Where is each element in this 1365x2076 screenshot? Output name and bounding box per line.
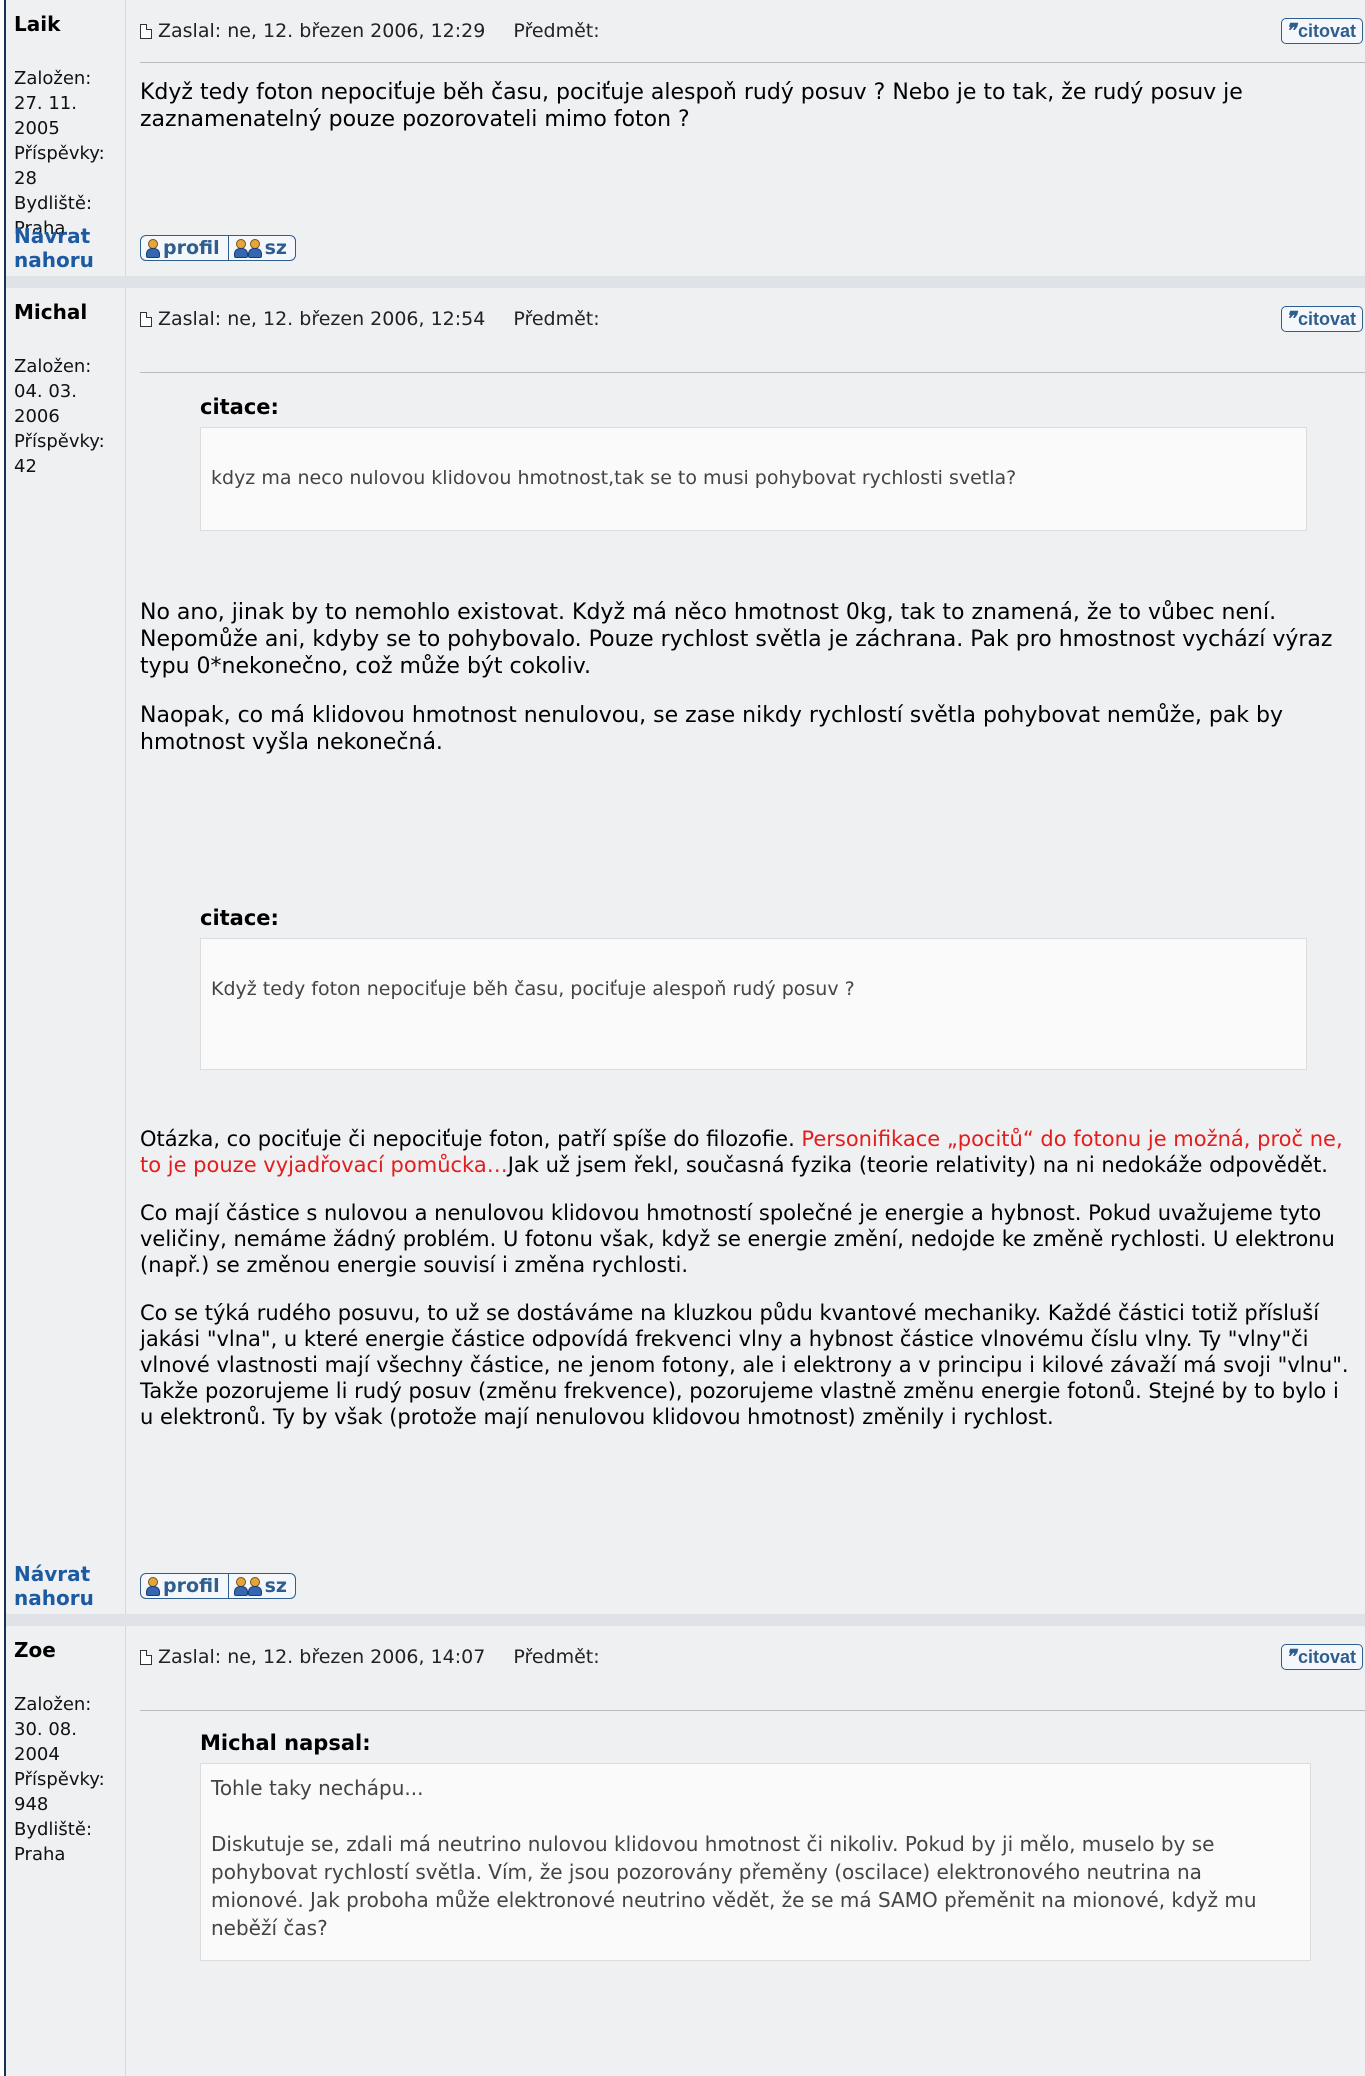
post-meta: Zaslal: ne, 12. březen 2006, 12:54 Předm… bbox=[140, 308, 600, 330]
post-paragraph: Otázka, co pociťuje či nepociťuje foton,… bbox=[140, 1127, 1343, 1177]
post-body: Zaslal: ne, 12. březen 2006, 14:07 Předm… bbox=[126, 1626, 1365, 2076]
post: Michal Založen: 04. 03. 2006 Příspěvky: … bbox=[6, 288, 1365, 1558]
post-footer: Návrat nahoru profil sz bbox=[6, 220, 1365, 276]
users-icon bbox=[233, 239, 262, 258]
private-message-label: sz bbox=[264, 1575, 287, 1597]
quote-text: Když tedy foton nepociťuje běh času, poc… bbox=[200, 938, 1307, 1070]
post-document-icon bbox=[140, 23, 152, 39]
posted-date: Zaslal: ne, 12. březen 2006, 12:29 bbox=[158, 20, 486, 42]
user-icon bbox=[145, 239, 160, 258]
author-detail: Příspěvky: bbox=[14, 1769, 105, 1790]
back-to-top-link[interactable]: Návrat nahoru bbox=[6, 1558, 126, 1614]
author-name[interactable]: Zoe bbox=[14, 1638, 125, 1662]
author-detail: Založen: bbox=[14, 68, 92, 89]
quote-button-label: citovat bbox=[1297, 1646, 1356, 1667]
post-separator bbox=[6, 276, 1365, 288]
post-text: Když tedy foton nepociťuje běh času, poc… bbox=[140, 63, 1365, 133]
post-paragraph: Naopak, co má klidovou hmotnost nenulovo… bbox=[140, 703, 1284, 755]
subject-label: Předmět: bbox=[513, 308, 600, 330]
quote-button[interactable]: ❞ citovat bbox=[1280, 306, 1363, 332]
author-details: Založen: 04. 03. 2006 Příspěvky: 42 bbox=[14, 354, 125, 479]
profile-button-label: profil bbox=[163, 1575, 220, 1597]
quote-text: Tohle taky nechápu... Diskutuje se, zdal… bbox=[200, 1763, 1311, 1961]
post-meta: Zaslal: ne, 12. březen 2006, 14:07 Předm… bbox=[140, 1646, 600, 1668]
quote-block: citace: kdyz ma neco nulovou klidovou hm… bbox=[200, 395, 1307, 531]
author-panel: Laik Založen: 27. 11. 2005 Příspěvky: 28… bbox=[6, 0, 126, 239]
post-document-icon bbox=[140, 1649, 152, 1665]
subject-label: Předmět: bbox=[513, 20, 600, 42]
user-icon bbox=[145, 1577, 160, 1596]
back-to-top-link[interactable]: Návrat nahoru bbox=[6, 220, 126, 276]
quote-button[interactable]: ❞ citovat bbox=[1280, 1644, 1363, 1670]
author-name[interactable]: Laik bbox=[14, 12, 125, 36]
author-detail: 948 bbox=[14, 1794, 49, 1815]
profile-button-label: profil bbox=[163, 237, 220, 259]
quote-label: Michal napsal: bbox=[200, 1731, 371, 1755]
private-message-button[interactable]: sz bbox=[228, 1573, 296, 1599]
author-name[interactable]: Michal bbox=[14, 300, 125, 324]
author-details: Založen: 27. 11. 2005 Příspěvky: 28 Bydl… bbox=[14, 66, 125, 241]
author-detail: 2004 bbox=[14, 1744, 60, 1765]
quote-button-label: citovat bbox=[1297, 308, 1356, 329]
post: Zoe Založen: 30. 08. 2004 Příspěvky: 948… bbox=[6, 1626, 1365, 2076]
author-panel: Zoe Založen: 30. 08. 2004 Příspěvky: 948… bbox=[6, 1626, 126, 2076]
private-message-label: sz bbox=[264, 237, 287, 259]
author-detail: Příspěvky: bbox=[14, 431, 105, 452]
post-paragraph: Co mají částice s nulovou a nenulovou kl… bbox=[140, 1201, 1335, 1277]
post-header: Zaslal: ne, 12. březen 2006, 12:29 Předm… bbox=[140, 0, 1365, 62]
post-header: Zaslal: ne, 12. březen 2006, 12:54 Předm… bbox=[140, 288, 1365, 350]
author-details: Založen: 30. 08. 2004 Příspěvky: 948 Byd… bbox=[14, 1692, 125, 1867]
author-detail: 2005 bbox=[14, 118, 60, 139]
author-detail: Bydliště: bbox=[14, 193, 93, 214]
post-text: No ano, jinak by to nemohlo existovat. K… bbox=[140, 531, 1365, 756]
quote-icon: ❞ bbox=[1285, 1646, 1296, 1668]
post-separator bbox=[6, 1614, 1365, 1626]
profile-button[interactable]: profil bbox=[140, 1573, 229, 1599]
author-detail: Bydliště: bbox=[14, 1819, 93, 1840]
quote-text: kdyz ma neco nulovou klidovou hmotnost,t… bbox=[200, 427, 1307, 531]
author-detail: 30. 08. bbox=[14, 1719, 77, 1740]
private-message-button[interactable]: sz bbox=[228, 235, 296, 261]
author-detail: Praha bbox=[14, 1844, 66, 1865]
quote-icon: ❞ bbox=[1285, 308, 1296, 330]
author-detail: 42 bbox=[14, 456, 37, 477]
post-body: Zaslal: ne, 12. březen 2006, 12:54 Předm… bbox=[126, 288, 1365, 1558]
post-actions: profil sz bbox=[126, 235, 296, 261]
post-footer: Návrat nahoru profil sz bbox=[6, 1558, 1365, 1614]
post-header: Zaslal: ne, 12. březen 2006, 14:07 Předm… bbox=[140, 1626, 1365, 1688]
quote-block: Michal napsal: Tohle taky nechápu... Dis… bbox=[200, 1731, 1311, 1961]
post-text: Otázka, co pociťuje či nepociťuje foton,… bbox=[140, 1070, 1365, 1430]
post-divider bbox=[140, 372, 1365, 373]
post-paragraph: No ano, jinak by to nemohlo existovat. K… bbox=[140, 600, 1333, 679]
quote-block: citace: Když tedy foton nepociťuje běh č… bbox=[200, 906, 1307, 1070]
quote-button-label: citovat bbox=[1297, 20, 1356, 41]
quote-button[interactable]: ❞ citovat bbox=[1280, 18, 1363, 44]
forum-thread: Laik Založen: 27. 11. 2005 Příspěvky: 28… bbox=[4, 0, 1365, 2076]
author-detail: Založen: bbox=[14, 356, 92, 377]
author-detail: Příspěvky: bbox=[14, 143, 105, 164]
posted-date: Zaslal: ne, 12. březen 2006, 12:54 bbox=[158, 308, 486, 330]
author-detail: 2006 bbox=[14, 406, 60, 427]
quote-icon: ❞ bbox=[1285, 20, 1296, 42]
post: Laik Založen: 27. 11. 2005 Příspěvky: 28… bbox=[6, 0, 1365, 239]
author-detail: 27. 11. bbox=[14, 93, 77, 114]
users-icon bbox=[233, 1577, 262, 1596]
post-paragraph: Co se týká rudého posuvu, to už se dostá… bbox=[140, 1301, 1349, 1429]
author-panel: Michal Založen: 04. 03. 2006 Příspěvky: … bbox=[6, 288, 126, 1558]
author-detail: 04. 03. bbox=[14, 381, 77, 402]
post-divider bbox=[140, 1710, 1365, 1711]
quote-label: citace: bbox=[200, 906, 279, 930]
author-detail: 28 bbox=[14, 168, 37, 189]
post-body: Zaslal: ne, 12. březen 2006, 12:29 Předm… bbox=[126, 0, 1365, 220]
quote-label: citace: bbox=[200, 395, 279, 419]
profile-button[interactable]: profil bbox=[140, 235, 229, 261]
post-paragraph: Když tedy foton nepociťuje běh času, poc… bbox=[140, 80, 1243, 132]
post-document-icon bbox=[140, 311, 152, 327]
subject-label: Předmět: bbox=[513, 1646, 600, 1668]
author-detail: Založen: bbox=[14, 1694, 92, 1715]
posted-date: Zaslal: ne, 12. březen 2006, 14:07 bbox=[158, 1646, 486, 1668]
post-actions: profil sz bbox=[126, 1573, 296, 1599]
post-meta: Zaslal: ne, 12. březen 2006, 12:29 Předm… bbox=[140, 20, 600, 42]
